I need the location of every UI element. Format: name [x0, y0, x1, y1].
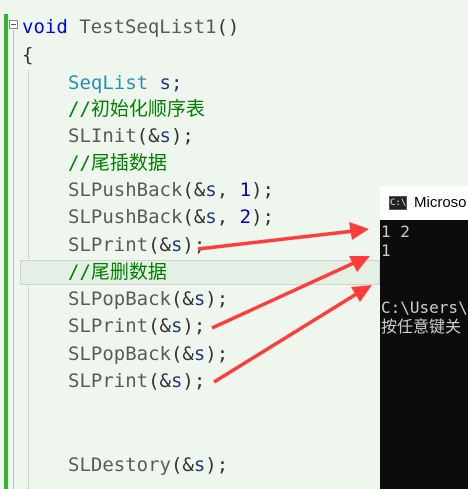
call-close: );	[170, 125, 194, 147]
fold-guide-line	[13, 30, 14, 489]
call-open: (&	[170, 288, 194, 310]
function-parens: ()	[216, 16, 240, 38]
code-line-print-1[interactable]: SLPrint(&s);	[68, 232, 205, 259]
call-name: SLPrint	[68, 370, 149, 392]
call-open: (&	[170, 454, 194, 476]
type-seqlist: SeqList	[68, 72, 149, 94]
code-line-print-2[interactable]: SLPrint(&s);	[68, 313, 205, 340]
code-line-popback-2[interactable]: SLPopBack(&s);	[68, 341, 228, 368]
console-app-icon: C:\	[389, 196, 407, 210]
call-arg: s	[170, 315, 183, 337]
call-name: SLPopBack	[68, 343, 171, 365]
call-open: (&	[170, 343, 194, 365]
console-output[interactable]: 1 2 1 C:\Users\ 按任意键关	[380, 220, 468, 489]
console-line: 按任意键关	[381, 317, 462, 336]
call-open: (&	[182, 206, 206, 228]
call-number: 2	[239, 206, 252, 228]
call-close: );	[205, 343, 229, 365]
call-name: SLPopBack	[68, 288, 171, 310]
console-window[interactable]: C:\ Microso 1 2 1 C:\Users\ 按任意键关	[380, 186, 468, 489]
open-brace: {	[22, 44, 34, 66]
call-close: );	[182, 234, 206, 256]
function-name: TestSeqList1	[67, 16, 217, 38]
call-open: (&	[136, 125, 160, 147]
code-line-pushback-2[interactable]: SLPushBack(&s, 2);	[68, 204, 274, 231]
call-arg: s	[193, 288, 206, 310]
call-name: SLPrint	[68, 315, 149, 337]
call-name: SLInit	[68, 125, 137, 147]
console-title: Microso	[414, 194, 467, 211]
code-line-pushback-1[interactable]: SLPushBack(&s, 1);	[68, 177, 274, 204]
call-close: );	[205, 454, 229, 476]
code-line-slinit[interactable]: SLInit(&s);	[68, 123, 194, 150]
call-close: );	[251, 179, 274, 201]
collapse-icon[interactable]	[9, 20, 18, 29]
call-arg: s	[205, 206, 217, 228]
code-line-comment-init[interactable]: //初始化顺序表	[68, 96, 205, 123]
code-line-print-3[interactable]: SLPrint(&s);	[68, 368, 205, 395]
comment-init: //初始化顺序表	[68, 98, 205, 120]
call-close: );	[251, 206, 274, 228]
code-line-comment-push[interactable]: //尾插数据	[68, 150, 167, 177]
call-arg: s	[193, 454, 206, 476]
call-open: (&	[148, 315, 171, 337]
call-arg: s	[170, 370, 183, 392]
call-open: (&	[148, 234, 171, 256]
call-close: );	[182, 315, 206, 337]
call-name: SLPrint	[68, 234, 149, 256]
call-comma: ,	[216, 206, 240, 228]
call-comma: ,	[216, 179, 240, 201]
call-arg: s	[170, 234, 183, 256]
console-line: C:\Users\	[381, 298, 468, 317]
keyword-void: void	[22, 16, 68, 38]
code-line-open-brace[interactable]: {	[22, 42, 33, 69]
call-arg: s	[159, 125, 171, 147]
console-line: 1	[381, 241, 391, 260]
call-name: SLDestory	[68, 454, 171, 476]
call-close: );	[182, 370, 206, 392]
code-line-function-signature[interactable]: void TestSeqList1()	[22, 14, 239, 41]
code-line-declaration[interactable]: SeqList s;	[68, 70, 182, 97]
call-arg: s	[193, 343, 206, 365]
call-name: SLPushBack	[68, 179, 183, 201]
change-tracking-bar	[4, 14, 8, 489]
console-titlebar[interactable]: C:\ Microso	[380, 186, 468, 220]
comment-push: //尾插数据	[68, 152, 167, 174]
code-line-popback-1[interactable]: SLPopBack(&s);	[68, 286, 228, 313]
call-number: 1	[239, 179, 252, 201]
console-line: 1 2	[381, 222, 410, 241]
code-line-destroy[interactable]: SLDestory(&s);	[68, 452, 228, 479]
code-line-comment-pop[interactable]: //尾删数据	[68, 259, 167, 286]
declaration-rest: s;	[148, 72, 183, 94]
comment-pop: //尾删数据	[68, 261, 167, 283]
call-name: SLPushBack	[68, 206, 183, 228]
call-open: (&	[182, 179, 206, 201]
call-open: (&	[148, 370, 171, 392]
call-arg: s	[205, 179, 217, 201]
call-close: );	[205, 288, 229, 310]
